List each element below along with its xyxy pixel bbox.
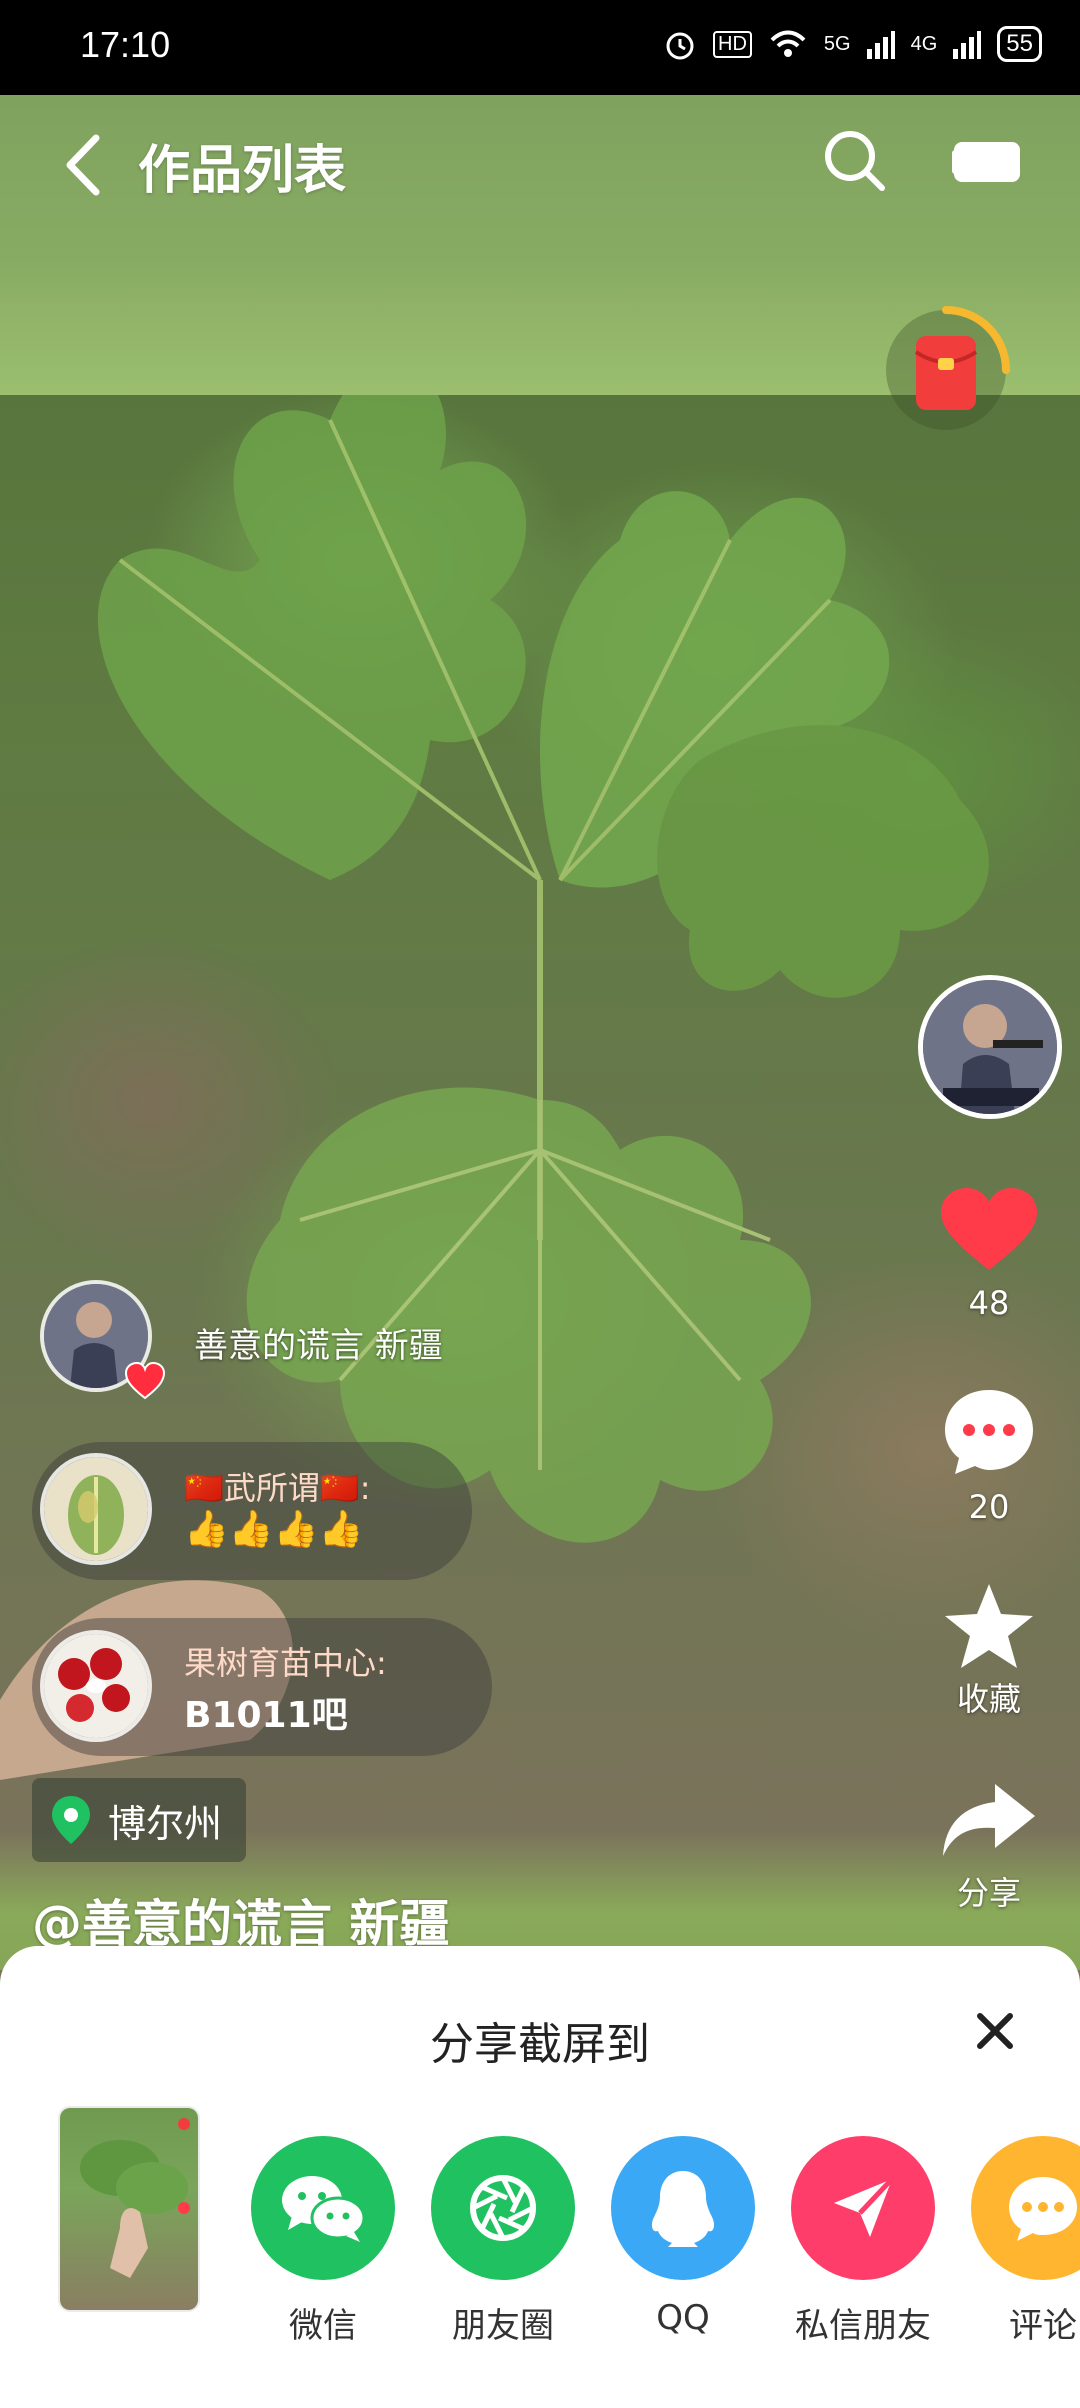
hd-icon: HD	[713, 30, 752, 58]
comment-bubble-icon	[1009, 2177, 1077, 2241]
send-plane-icon	[834, 2177, 894, 2237]
signal-4g-label: 4G	[910, 32, 938, 55]
comment-2-text: B1011吧	[184, 1695, 348, 1736]
search-icon	[825, 131, 885, 191]
moments-aperture-icon	[470, 2175, 536, 2241]
share-option-label: 微信	[289, 2306, 357, 2346]
signal-bars-icon	[866, 31, 895, 59]
status-bar: 17:10 HD 5G 4G 55	[0, 0, 1080, 95]
avatar-image	[44, 1634, 148, 1738]
comment-bubble-icon	[945, 1390, 1033, 1474]
status-time: 17:10	[80, 24, 171, 65]
share-option-label: 私信朋友	[795, 2306, 931, 2346]
thumbnail-image	[80, 2118, 190, 2278]
close-icon	[977, 2013, 1013, 2049]
alarm-icon	[666, 32, 694, 60]
commenter-avatar-1[interactable]	[40, 1453, 152, 1565]
battery-indicator: 55	[997, 26, 1042, 62]
qq-penguin-icon	[651, 2171, 715, 2247]
like-count: 48	[968, 1284, 1010, 1322]
red-packet-button[interactable]	[876, 300, 1016, 440]
share-option-label: 朋友圈	[452, 2306, 554, 2346]
author-avatar[interactable]	[918, 975, 1062, 1119]
share-option-circle	[971, 2136, 1080, 2280]
share-option-circle	[791, 2136, 935, 2280]
share-label: 分享	[956, 1874, 1021, 1912]
collect-button[interactable]: 收藏	[924, 1580, 1054, 1720]
share-option-wechat[interactable]: 微信	[228, 2136, 418, 2347]
camera-button[interactable]	[952, 138, 1022, 186]
share-option-direct-message[interactable]: 私信朋友	[768, 2136, 958, 2347]
comment-button[interactable]: 20	[924, 1386, 1054, 1526]
avatar-image	[44, 1457, 148, 1561]
share-sheet-title: 分享截屏到	[430, 2019, 650, 2070]
star-icon	[945, 1584, 1033, 1668]
share-sheet: 分享截屏到 微信 朋友圈 QQ 私信朋友 评论	[0, 1946, 1080, 2408]
collect-label: 收藏	[956, 1680, 1021, 1718]
video-camera-icon	[952, 142, 1020, 182]
close-button[interactable]	[970, 2006, 1020, 2056]
comment-count: 20	[968, 1488, 1010, 1526]
share-option-comment[interactable]: 评论	[948, 2136, 1080, 2347]
location-label: 博尔州	[108, 1801, 223, 1846]
back-button[interactable]	[60, 130, 110, 200]
heart-badge-icon	[124, 1362, 166, 1400]
wechat-icon	[282, 2176, 366, 2242]
commenter-name-main: 善意的谎言 新疆	[194, 1326, 443, 1366]
wifi-icon	[770, 30, 806, 57]
comment-1-author: 🇨🇳武所谓🇨🇳:	[184, 1469, 371, 1507]
share-option-circle	[431, 2136, 575, 2280]
share-option-label: 评论	[1009, 2306, 1077, 2346]
share-option-qq[interactable]: QQ	[588, 2136, 778, 2338]
commenter-avatar-2[interactable]	[40, 1630, 152, 1742]
heart-icon	[941, 1188, 1037, 1270]
share-option-circle	[611, 2136, 755, 2280]
avatar-image	[923, 980, 1057, 1114]
status-icons: HD 5G 4G 55	[663, 26, 1042, 62]
location-tag[interactable]: 博尔州	[32, 1778, 247, 1862]
location-pin-icon	[52, 1796, 90, 1844]
signal-5g-label: 5G	[823, 32, 851, 55]
share-option-circle	[251, 2136, 395, 2280]
share-option-label: QQ	[656, 2298, 710, 2338]
screenshot-thumbnail[interactable]	[60, 2108, 198, 2310]
share-option-moments[interactable]: 朋友圈	[408, 2136, 598, 2347]
like-button[interactable]: 48	[924, 1186, 1054, 1322]
share-arrow-icon	[943, 1784, 1035, 1856]
search-button[interactable]	[822, 128, 886, 192]
signal-bars-icon-2	[953, 31, 982, 59]
red-envelope-icon	[886, 306, 1010, 430]
comment-1-text: 👍👍👍👍	[184, 1509, 364, 1550]
page-title: 作品列表	[138, 141, 347, 201]
chevron-left-icon	[66, 134, 100, 196]
comment-2-author: 果树育苗中心:	[184, 1644, 387, 1682]
share-button[interactable]: 分享	[924, 1780, 1054, 1914]
